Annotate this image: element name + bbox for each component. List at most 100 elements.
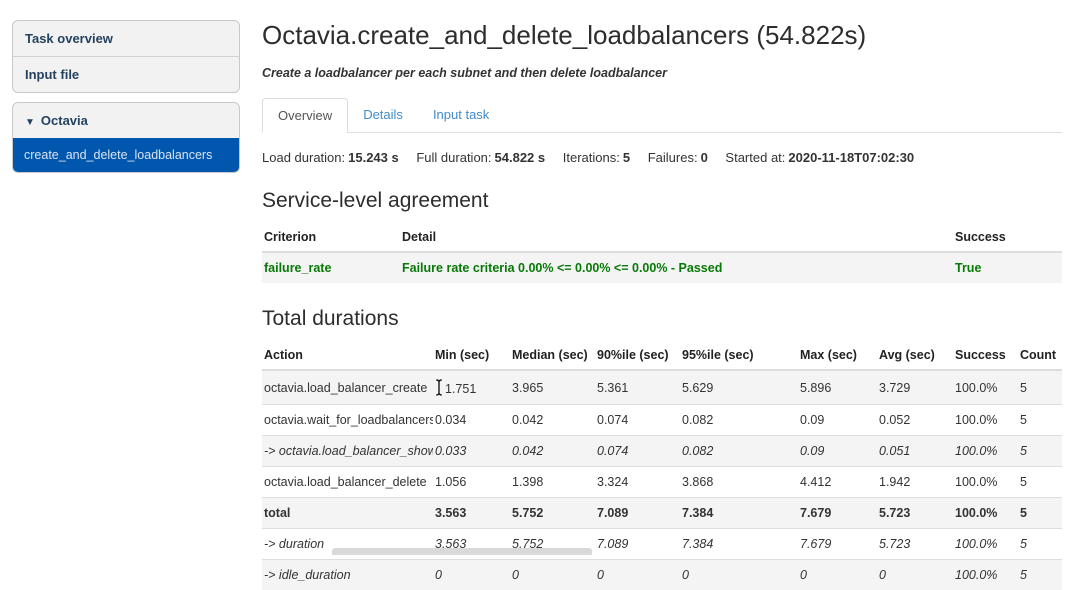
column-header: 95%ile (sec) (680, 341, 798, 370)
table-cell: 5 (1018, 370, 1062, 405)
table-cell: 0.09 (798, 405, 877, 436)
table-cell: 0.074 (595, 436, 680, 467)
table-cell: 5.723 (877, 498, 953, 529)
text-cursor-icon (435, 379, 443, 396)
table-row: octavia.load_balancer_create1.7513.9655.… (262, 370, 1062, 405)
column-header: 90%ile (sec) (595, 341, 680, 370)
table-cell: 1.751 (433, 370, 510, 405)
horizontal-scrollbar-thumb[interactable] (332, 548, 592, 555)
table-cell: Failure rate criteria 0.00% <= 0.00% <= … (400, 252, 953, 283)
table-cell: 3.729 (877, 370, 953, 405)
stat-failures: Failures:0 (648, 150, 708, 165)
table-cell: 100.0% (953, 498, 1018, 529)
table-cell: 4.412 (798, 467, 877, 498)
tab-overview[interactable]: Overview (262, 98, 348, 133)
tab-details[interactable]: Details (348, 98, 418, 133)
column-header: Criterion (262, 223, 400, 252)
durations-heading: Total durations (262, 307, 1062, 331)
main-content: Octavia.create_and_delete_loadbalancers … (240, 0, 1068, 590)
column-header: Action (262, 341, 433, 370)
sidebar-item-input-file[interactable]: Input file (13, 56, 239, 92)
column-header: Success (953, 223, 1062, 252)
table-cell: 7.679 (798, 498, 877, 529)
table-cell: 0.074 (595, 405, 680, 436)
sidebar-item-create-and-delete-loadbalancers[interactable]: create_and_delete_loadbalancers (13, 138, 239, 172)
sidebar-item-task-overview[interactable]: Task overview (13, 21, 239, 56)
table-cell: 0.033 (433, 436, 510, 467)
chevron-down-icon: ▼ (25, 117, 35, 128)
sla-heading: Service-level agreement (262, 189, 1062, 213)
table-cell: 5 (1018, 560, 1062, 590)
table-cell: 0 (798, 560, 877, 590)
column-header: Avg (sec) (877, 341, 953, 370)
tab-input-task[interactable]: Input task (418, 98, 504, 133)
table-row: total3.5635.7527.0897.3847.6795.723100.0… (262, 498, 1062, 529)
durations-header-row: ActionMin (sec)Median (sec)90%ile (sec)9… (262, 341, 1062, 370)
table-cell: 0.042 (510, 405, 595, 436)
table-cell: 0.042 (510, 436, 595, 467)
table-cell: 0 (680, 560, 798, 590)
stat-iterations: Iterations:5 (563, 150, 630, 165)
table-cell: True (953, 252, 1062, 283)
table-cell: failure_rate (262, 252, 400, 283)
table-row: -> idle_duration000000100.0%5 (262, 560, 1062, 590)
table-cell: 5.896 (798, 370, 877, 405)
table-cell: 100.0% (953, 405, 1018, 436)
table-cell: -> idle_duration (262, 560, 433, 590)
table-cell: total (262, 498, 433, 529)
table-cell: 5.629 (680, 370, 798, 405)
table-cell: 3.965 (510, 370, 595, 405)
table-row: octavia.load_balancer_delete1.0561.3983.… (262, 467, 1062, 498)
table-cell: 100.0% (953, 436, 1018, 467)
table-cell: 100.0% (953, 467, 1018, 498)
table-cell: octavia.load_balancer_create (262, 370, 433, 405)
table-cell: 5.752 (510, 498, 595, 529)
table-cell: 0.051 (877, 436, 953, 467)
column-header: Min (sec) (433, 341, 510, 370)
tab-bar: Overview Details Input task (262, 98, 1062, 133)
table-row: octavia.wait_for_loadbalancers0.0340.042… (262, 405, 1062, 436)
table-cell: 5 (1018, 467, 1062, 498)
column-header: Median (sec) (510, 341, 595, 370)
stat-started-at: Started at:2020-11-18T07:02:30 (725, 150, 914, 165)
table-cell: 0.034 (433, 405, 510, 436)
stat-load-duration: Load duration:15.243 s (262, 150, 399, 165)
column-header: Max (sec) (798, 341, 877, 370)
table-cell: 3.563 (433, 498, 510, 529)
report-page: Task overview Input file ▼ Octavia create… (0, 0, 1068, 590)
sidebar-group-label: Octavia (41, 113, 88, 128)
table-cell: 0.082 (680, 436, 798, 467)
table-cell: 0.082 (680, 405, 798, 436)
table-cell: 100.0% (953, 560, 1018, 590)
column-header: Detail (400, 223, 953, 252)
sidebar-scenario-panel: ▼ Octavia create_and_delete_loadbalancers (12, 102, 240, 173)
table-cell: 0 (877, 560, 953, 590)
table-cell: 1.056 (433, 467, 510, 498)
table-cell: 5 (1018, 436, 1062, 467)
table-cell: 1.398 (510, 467, 595, 498)
column-header: Success (953, 341, 1018, 370)
table-cell: 1.942 (877, 467, 953, 498)
page-title: Octavia.create_and_delete_loadbalancers … (262, 20, 1062, 51)
table-cell: -> octavia.load_balancer_show (262, 436, 433, 467)
table-cell: 0.052 (877, 405, 953, 436)
table-cell: 7.384 (680, 498, 798, 529)
sla-row: failure_rateFailure rate criteria 0.00% … (262, 252, 1062, 283)
scenario-description: Create a loadbalancer per each subnet an… (262, 66, 1062, 80)
table-cell: 5 (1018, 498, 1062, 529)
table-cell: 100.0% (953, 370, 1018, 405)
table-row: -> octavia.load_balancer_show0.0330.0420… (262, 436, 1062, 467)
table-cell: 5.361 (595, 370, 680, 405)
stat-full-duration: Full duration:54.822 s (416, 150, 545, 165)
table-cell: octavia.wait_for_loadbalancers (262, 405, 433, 436)
column-header: Count (1018, 341, 1062, 370)
sidebar-group-octavia[interactable]: ▼ Octavia (13, 103, 239, 138)
sidebar-nav-panel: Task overview Input file (12, 20, 240, 93)
table-cell: 0.09 (798, 436, 877, 467)
table-cell: 0 (595, 560, 680, 590)
table-cell: 0 (433, 560, 510, 590)
table-cell: 7.089 (595, 498, 680, 529)
table-cell: 0 (510, 560, 595, 590)
sidebar: Task overview Input file ▼ Octavia create… (12, 20, 240, 182)
table-cell: 3.324 (595, 467, 680, 498)
